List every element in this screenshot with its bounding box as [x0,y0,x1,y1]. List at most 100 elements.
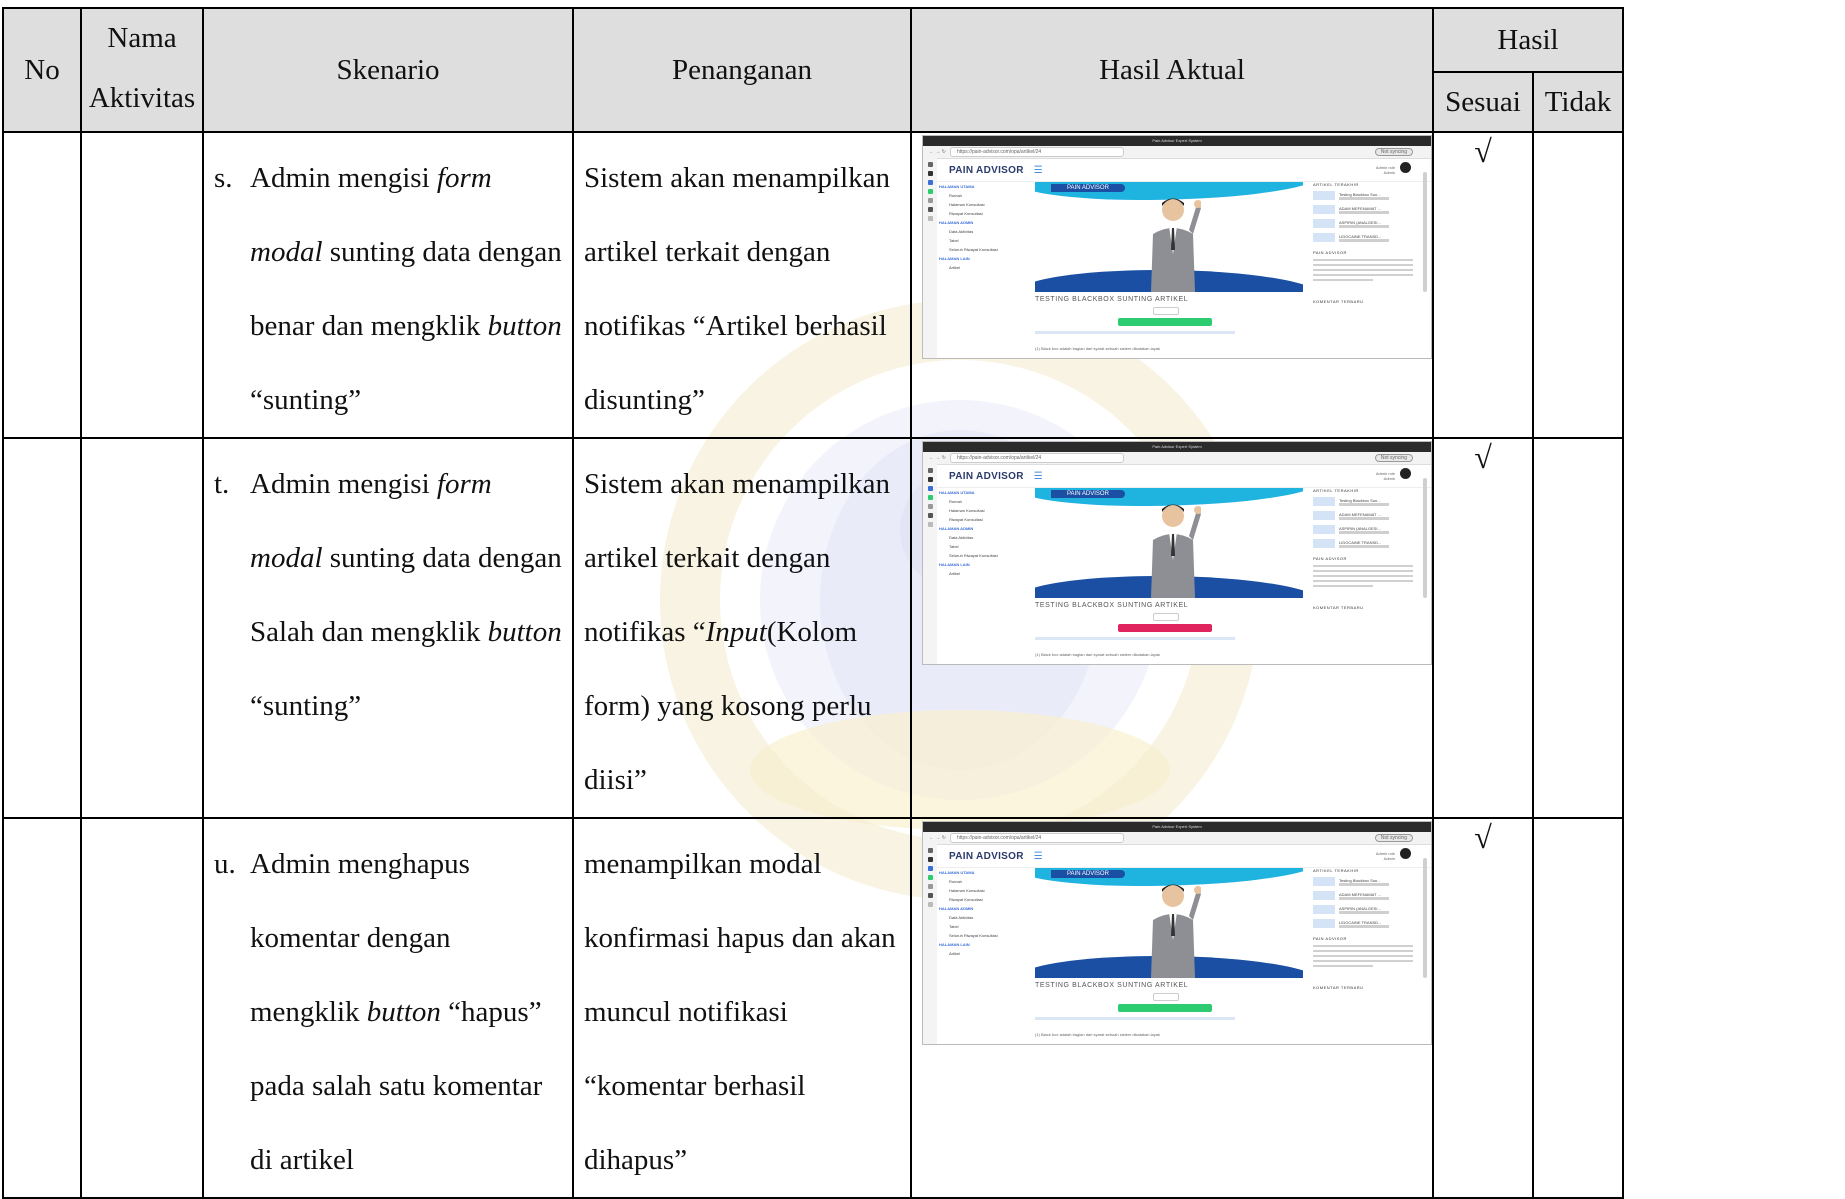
thumb-status-pill [1153,993,1179,1001]
thumb-sidebar-item: Rumah [949,879,962,884]
thumb-hero-tag: PAIN ADVISOR [1051,184,1125,192]
thumb-sidebar-item: Artikel [949,951,961,956]
thumb-menu-icon: ☰ [1033,470,1043,482]
thumb-nav-icons: ← → ↻ [929,149,946,155]
thumb-sidebar-item: Tabel [949,924,959,929]
item-label: t. [214,468,230,500]
thumb-sidebar-item: HALAMAN LAIN [939,942,970,947]
thumb-window-title: Pain Advisor Expert System [923,822,1431,832]
thumb-right-footer: KOMENTAR TERBARU [1313,605,1364,610]
thumb-sidebar-item: Halaman Konsultasi [949,202,985,207]
cell-skenario: u. Admin menghapus komentar dengan mengk… [202,817,574,1199]
thumb-avatar-icon [1400,468,1411,479]
thumb-meta-bar [1035,637,1235,640]
table-row: s. Admin mengisi form modal sunting data… [2,131,1624,439]
thumb-right-panel: ARTIKEL TERAKHIR Testing Blackbox Sun...… [1313,488,1413,614]
thumb-avatar-icon [1400,162,1411,173]
thumb-article-title: TESTING BLACKBOX SUNTING ARTIKEL [1035,296,1189,303]
screenshot-thumbnail: Pain Advisor Expert System ← → ↻ https:/… [922,135,1432,359]
screenshot-thumbnail: Pain Advisor Expert System ← → ↻ https:/… [922,821,1432,1045]
check-sesuai: √ [1432,131,1534,439]
thumb-sidebar-item: Tabel [949,238,959,243]
thumb-person-illustration [1151,884,1201,978]
thumb-article-title: TESTING BLACKBOX SUNTING ARTIKEL [1035,602,1189,609]
thumb-sidebar-item: HALAMAN ADMIN [939,220,974,225]
thumb-icon-strip [923,844,937,1044]
header-hasil-aktual: Hasil Aktual [910,7,1434,133]
thumb-person-illustration [1151,504,1201,598]
cell-nama-aktivitas [80,437,204,819]
penanganan-text: menampilkan modal konfirmasi hapus dan a… [584,848,896,1176]
cell-nama-aktivitas [80,817,204,1199]
cell-penanganan: Sistem akan menampilkan artikel terkait … [572,437,912,819]
thumb-sidebar-item: Data Aktivitas [949,535,974,540]
check-sesuai: √ [1432,437,1534,819]
thumb-sidebar-item: HALAMAN ADMIN [939,526,974,531]
thumb-hero-tag: PAIN ADVISOR [1051,490,1125,498]
thumb-topbar: PAIN ADVISOR ☰ Admin role Admin [923,159,1431,182]
thumb-sidebar: HALAMAN UTAMA Rumah Halaman Konsultasi Riwa… [939,488,1034,578]
test-case-table: No Nama Aktivitas Skenario Penanganan Ha… [2,7,1624,1199]
thumb-brand: PAIN ADVISOR [949,470,1024,482]
thumb-sidebar-item: HALAMAN LAIN [939,562,970,567]
thumb-window-title: Pain Advisor Expert System [923,442,1431,452]
penanganan-text: Sistem akan menampilkan artikel terkait … [584,162,891,416]
header-nama-line2: Aktivitas [88,82,196,114]
thumb-role: Admin role Admin [1375,165,1395,175]
header-penanganan: Penanganan [572,7,912,133]
cell-nama-aktivitas [80,131,204,439]
thumb-article-body: (1) Black box adalah bagian dari syarat … [1035,346,1160,351]
thumb-sidebar: HALAMAN UTAMA Rumah Halaman Konsultasi Riwa… [939,868,1034,958]
thumb-role: Admin role Admin [1375,471,1395,481]
thumb-brand: PAIN ADVISOR [949,164,1024,176]
thumb-topbar: PAIN ADVISOR ☰ Admin role Admin [923,845,1431,868]
thumb-right-footer: KOMENTAR TERBARU [1313,299,1364,304]
thumb-nav-icons: ← → ↻ [929,835,946,841]
thumb-sidebar-item: Data Aktivitas [949,915,974,920]
thumb-notification-toast [1118,624,1212,632]
thumb-sidebar-item: HALAMAN ADMIN [939,906,974,911]
thumb-address-bar: ← → ↻ https://pain-advisor.com/opa/artik… [923,146,1431,159]
header-tidak: Tidak [1532,71,1624,133]
cell-skenario: s. Admin mengisi form modal sunting data… [202,131,574,439]
cell-penanganan: menampilkan modal konfirmasi hapus dan a… [572,817,912,1199]
thumb-right-header: ARTIKEL TERAKHIR [1313,488,1359,493]
thumb-sidebar-item: HALAMAN UTAMA [939,184,975,189]
thumb-hero-image: PAIN ADVISOR [1035,182,1303,292]
header-nama-aktivitas: Nama Aktivitas [80,7,204,133]
thumb-url: https://pain-advisor.com/opa/artikel/24 [949,453,1124,463]
thumb-scrollbar [1423,858,1427,978]
thumb-right-section: PAIN ADVISOR [1313,250,1347,255]
thumb-article-body: (1) Black box adalah bagian dari syarat … [1035,652,1160,657]
thumb-sidebar-item: HALAMAN LAIN [939,256,970,261]
thumb-brand: PAIN ADVISOR [949,850,1024,862]
thumb-right-panel: ARTIKEL TERAKHIR Testing Blackbox Sun...… [1313,868,1413,994]
thumb-status-pill [1153,613,1179,621]
thumb-sidebar-item: Artikel [949,265,961,270]
table-row: t. Admin mengisi form modal sunting data… [2,437,1624,819]
thumb-hero-tag: PAIN ADVISOR [1051,870,1125,878]
thumb-sidebar-item: Halaman Konsultasi [949,508,985,513]
skenario-text: Admin mengisi form modal sunting data de… [250,162,562,416]
thumb-sidebar-item: Data Aktivitas [949,229,974,234]
screenshot-thumbnail: Pain Advisor Expert System ← → ↻ https:/… [922,441,1432,665]
thumb-role: Admin role Admin [1375,851,1395,861]
cell-tidak [1532,817,1624,1199]
thumb-sidebar-item: Riwayat Konsultasi [949,897,983,902]
header-skenario: Skenario [202,7,574,133]
cell-hasil-aktual: Pain Advisor Expert System ← → ↻ https:/… [910,437,1434,819]
thumb-sidebar-item: Seluruh Riwayat Konsultasi [949,247,998,252]
thumb-sidebar-item: Seluruh Riwayat Konsultasi [949,933,998,938]
cell-tidak [1532,437,1624,819]
thumb-notification-toast [1118,1004,1212,1012]
thumb-nav-icons: ← → ↻ [929,455,946,461]
thumb-url: https://pain-advisor.com/opa/artikel/24 [949,833,1124,843]
thumb-url: https://pain-advisor.com/opa/artikel/24 [949,147,1124,157]
cell-hasil-aktual: Pain Advisor Expert System ← → ↻ https:/… [910,817,1434,1199]
header-sesuai: Sesuai [1432,71,1534,133]
skenario-text: Admin mengisi form modal sunting data de… [250,468,562,722]
thumb-sync-badge: Not syncing [1374,834,1413,842]
thumb-meta-bar [1035,331,1235,334]
cell-no [2,131,82,439]
thumb-article-title: TESTING BLACKBOX SUNTING ARTIKEL [1035,982,1189,989]
